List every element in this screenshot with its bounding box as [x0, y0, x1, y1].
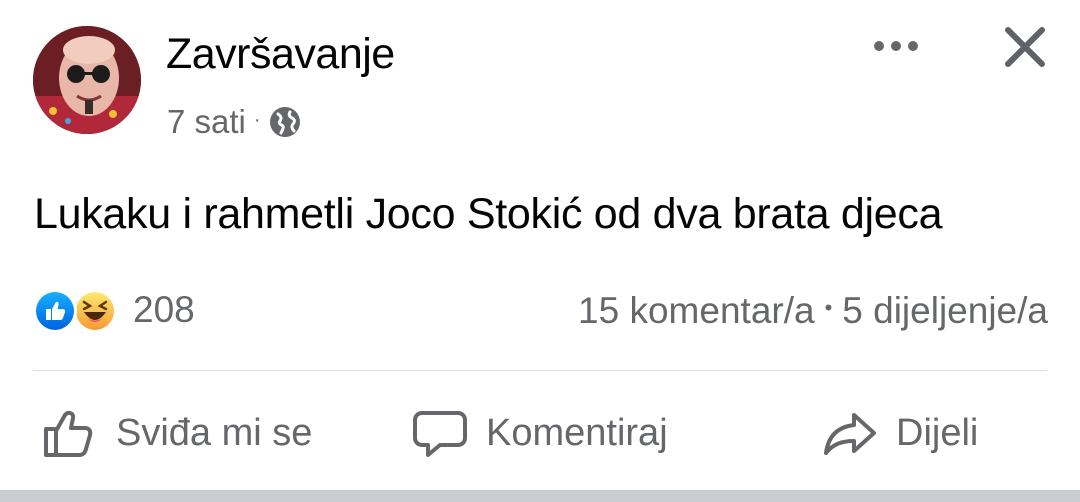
comment-label: Komentiraj: [486, 411, 668, 454]
share-label: Dijeli: [896, 411, 979, 454]
more-options-button[interactable]: [866, 26, 926, 66]
post-time[interactable]: 7 sati: [167, 103, 246, 141]
close-icon: [1005, 27, 1045, 67]
comments-count-link[interactable]: 15 komentar/a: [578, 290, 815, 332]
post-card: Završavanje 7 sati · Lukaku i rahmetli J…: [0, 0, 1080, 490]
more-horizontal-icon: [874, 41, 918, 51]
like-button[interactable]: Sviđa mi se: [42, 395, 312, 471]
stats-bullet: •: [824, 295, 833, 320]
like-reaction-icon: [33, 289, 77, 333]
comment-button[interactable]: Komentiraj: [412, 395, 668, 471]
feed-separator: [0, 490, 1080, 502]
reaction-icons: [33, 287, 125, 333]
page-avatar[interactable]: [33, 26, 141, 134]
reaction-count: 208: [133, 289, 195, 330]
post-meta: 7 sati ·: [167, 100, 301, 144]
reactions-summary[interactable]: 208: [33, 285, 195, 335]
meta-separator: ·: [253, 108, 261, 131]
page-name[interactable]: Završavanje: [166, 30, 395, 79]
haha-reaction-icon: [73, 289, 117, 333]
thumbs-up-icon: [44, 410, 93, 457]
comment-icon: [413, 411, 467, 457]
close-button[interactable]: [996, 18, 1054, 76]
action-bar: Sviđa mi se Komentiraj Dijeli: [0, 395, 1080, 471]
like-label: Sviđa mi se: [116, 411, 313, 454]
engagement-stats: 15 komentar/a • 5 dijeljenje/a: [578, 288, 1048, 334]
post-text: Lukaku i rahmetli Joco Stokić od dva bra…: [34, 190, 943, 238]
globe-icon[interactable]: [269, 106, 301, 138]
share-button[interactable]: Dijeli: [822, 395, 978, 471]
shares-count-link[interactable]: 5 dijeljenje/a: [842, 290, 1048, 332]
avatar-image: [33, 26, 141, 134]
share-arrow-icon: [824, 413, 876, 455]
divider: [33, 370, 1047, 371]
